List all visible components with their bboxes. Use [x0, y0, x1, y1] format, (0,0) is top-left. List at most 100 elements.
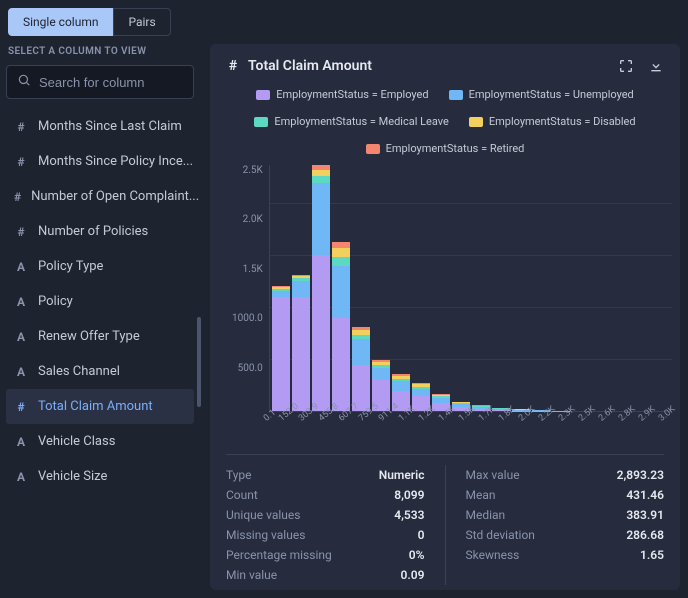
stats-label: Min value: [226, 568, 277, 582]
text-icon: A: [14, 470, 28, 484]
chart-legend: EmploymentStatus = Employed EmploymentSta…: [226, 88, 664, 155]
sidebar-item[interactable]: A Renew Offer Type: [6, 319, 204, 354]
sidebar-item[interactable]: A Vehicle Size: [6, 459, 204, 494]
legend-item[interactable]: EmploymentStatus = Retired: [366, 142, 525, 155]
expand-icon[interactable]: [618, 58, 634, 74]
legend-swatch: [254, 117, 268, 127]
stats-label: Skewness: [466, 548, 520, 562]
stats-label: Percentage missing: [226, 548, 332, 562]
sidebar-item[interactable]: #Number of Open Complaint...: [6, 179, 204, 214]
download-icon[interactable]: [648, 58, 664, 74]
stats-label: Max value: [466, 468, 520, 482]
stats-value: 286.68: [626, 528, 664, 542]
sidebar-item-label: Number of Policies: [38, 224, 148, 239]
legend-swatch: [449, 90, 463, 100]
numeric-icon: #: [226, 58, 240, 74]
legend-label: EmploymentStatus = Disabled: [489, 115, 636, 128]
stats-label: Unique values: [226, 508, 300, 522]
stats-row: Mean 431.46: [466, 485, 665, 505]
numeric-icon: #: [14, 155, 28, 169]
detail-panel: # Total Claim Amount EmploymentStatus = …: [210, 44, 680, 590]
panel-title-text: Total Claim Amount: [248, 58, 372, 74]
sidebar-item-label: Vehicle Class: [38, 434, 115, 449]
scrollbar-thumb[interactable]: [197, 317, 201, 407]
stats-row: Median383.91: [466, 505, 665, 525]
legend-label: EmploymentStatus = Employed: [276, 88, 428, 101]
stats-value: 2,893.23: [617, 468, 664, 482]
text-icon: A: [14, 330, 28, 344]
stats-row: Unique values 4,533: [226, 505, 425, 525]
sidebar-item[interactable]: A Sales Channel: [6, 354, 204, 389]
legend-label: EmploymentStatus = Unemployed: [469, 88, 634, 101]
bar: [272, 286, 290, 411]
legend-swatch: [256, 90, 270, 100]
stats-row: Skewness1.65: [466, 545, 665, 565]
stats-value: 0.09: [401, 568, 425, 582]
stats-row: Std deviation 286.68: [466, 525, 665, 545]
bar: [352, 327, 370, 411]
sidebar-item[interactable]: A Policy: [6, 284, 204, 319]
sidebar-item-label: Renew Offer Type: [38, 329, 140, 344]
sidebar-item[interactable]: A Vehicle Class: [6, 424, 204, 459]
stats-value: 0: [418, 528, 425, 542]
stats-value: 4,533: [394, 508, 424, 522]
y-axis: 2.5K2.0K1.5K1000.0500.0: [232, 165, 269, 412]
sidebar-item[interactable]: # Months Since Policy Ince...: [6, 144, 204, 179]
legend-item[interactable]: EmploymentStatus = Unemployed: [449, 88, 634, 101]
stats-value: Numeric: [379, 468, 425, 482]
sidebar-item-label: Policy: [38, 294, 73, 309]
sidebar-item[interactable]: # Total Claim Amount: [6, 389, 194, 424]
stats-label: Mean: [466, 488, 496, 502]
legend-label: EmploymentStatus = Retired: [386, 142, 525, 155]
stats-label: Count: [226, 488, 258, 502]
sidebar-item-label: Policy Type: [38, 259, 103, 274]
stats-label: Median: [466, 508, 506, 522]
numeric-icon: #: [14, 225, 28, 239]
text-icon: A: [14, 435, 28, 449]
column-search: [6, 65, 194, 99]
tab-single-column[interactable]: Single column: [8, 8, 113, 36]
stats-table: Type Numeric Count 8,099 Unique values 4,533 M…: [226, 454, 664, 585]
tab-pairs[interactable]: Pairs: [113, 8, 170, 36]
stats-label: Std deviation: [466, 528, 535, 542]
page-title: # Total Claim Amount: [226, 58, 372, 74]
sidebar-item[interactable]: # Number of Policies: [6, 214, 204, 249]
stats-label: Type: [226, 468, 252, 482]
sidebar-title: SELECT A COLUMN TO VIEW: [6, 44, 204, 65]
sidebar-item-label: Vehicle Size: [38, 469, 107, 484]
search-input[interactable]: [39, 75, 183, 90]
stats-label: Missing values: [226, 528, 305, 542]
x-axis: 0.1152.0303.9455.8607.7759.5911.41.1K1.2…: [256, 416, 664, 426]
mode-tabs: Single column Pairs: [0, 0, 688, 44]
stats-row: Min value 0.09: [226, 565, 425, 585]
plot-area: [269, 165, 672, 412]
legend-item[interactable]: EmploymentStatus = Medical Leave: [254, 115, 448, 128]
text-icon: A: [14, 365, 28, 379]
legend-item[interactable]: EmploymentStatus = Employed: [256, 88, 428, 101]
stats-row: Max value 2,893.23: [466, 465, 665, 485]
bar: [332, 242, 350, 412]
search-icon: [17, 73, 31, 91]
legend-swatch: [469, 117, 483, 127]
legend-swatch: [366, 144, 380, 154]
legend-item[interactable]: EmploymentStatus = Disabled: [469, 115, 636, 128]
text-icon: A: [14, 295, 28, 309]
sidebar-item-label: Sales Channel: [38, 364, 120, 379]
bar: [292, 275, 310, 412]
sidebar-item[interactable]: # Months Since Last Claim: [6, 109, 204, 144]
stats-value: 0%: [409, 548, 425, 562]
numeric-icon: #: [14, 120, 28, 134]
stats-value: 431.46: [626, 488, 664, 502]
sidebar-item-label: Months Since Policy Ince...: [38, 154, 193, 169]
legend-label: EmploymentStatus = Medical Leave: [274, 115, 448, 128]
numeric-icon: #: [14, 190, 21, 204]
stats-row: Type Numeric: [226, 465, 425, 485]
bar: [312, 165, 330, 411]
text-icon: A: [14, 260, 28, 274]
sidebar-item-label: Total Claim Amount: [38, 399, 153, 414]
sidebar-item[interactable]: A Policy Type: [6, 249, 204, 284]
sidebar-item-label: Months Since Last Claim: [38, 119, 182, 134]
stats-value: 8,099: [394, 488, 424, 502]
numeric-icon: #: [14, 400, 28, 414]
stats-row: Count 8,099: [226, 485, 425, 505]
